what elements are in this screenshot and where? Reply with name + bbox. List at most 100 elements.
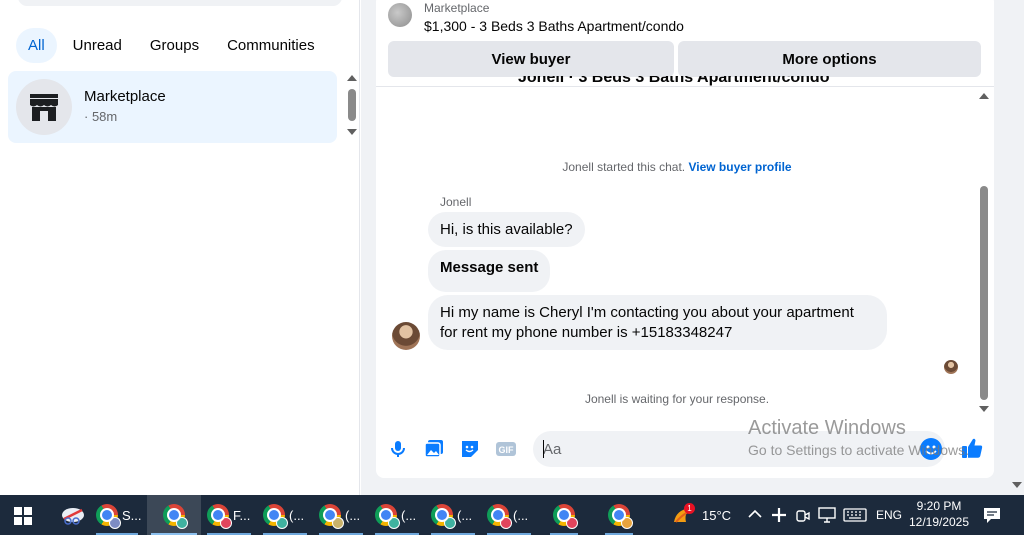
chrome-icon [608, 504, 633, 529]
chat-filter-tabs: All Unread Groups Communities [16, 28, 327, 63]
temperature-text[interactable]: 15°C [702, 508, 731, 523]
filter-tab-groups[interactable]: Groups [138, 28, 211, 63]
message-line: for rent my phone number is +15183348247 [440, 324, 733, 341]
clock-date: 12/19/2025 [908, 515, 970, 529]
message-bubble[interactable]: Message sent [428, 250, 551, 292]
chrome-window-taskbar-item[interactable]: (... [483, 495, 535, 535]
plus-icon[interactable] [771, 507, 787, 523]
chat-started-text: Jonell started this chat. [562, 160, 686, 174]
profile-badge-icon [566, 517, 578, 529]
profile-badge-icon [332, 517, 344, 529]
sender-name: Jonell [440, 195, 472, 209]
chrome-window-taskbar-item[interactable]: (... [371, 495, 423, 535]
taskbar-item-label: (... [401, 507, 417, 523]
microphone-icon[interactable] [387, 438, 409, 460]
chrome-icon [319, 504, 344, 529]
filter-tab-unread[interactable]: Unread [61, 28, 134, 63]
listing-source: Marketplace [424, 1, 490, 15]
weather-alert-badge: 1 [684, 503, 695, 514]
filter-tab-communities[interactable]: Communities [215, 28, 327, 63]
chrome-window-taskbar-item[interactable]: (... [427, 495, 479, 535]
taskbar-item-label: (... [457, 507, 473, 523]
chat-list-panel: All Unread Groups Communities Marketplac… [0, 0, 360, 495]
keyboard-icon[interactable] [843, 508, 867, 522]
emoji-icon[interactable] [920, 438, 942, 460]
chevron-up-icon[interactable] [748, 509, 762, 519]
search-input[interactable] [18, 0, 342, 6]
taskbar-item-label: F... [233, 507, 251, 523]
messages-scrollbar[interactable] [980, 186, 988, 400]
photo-icon[interactable] [423, 438, 445, 460]
chrome-icon [263, 504, 288, 529]
store-icon [30, 94, 58, 121]
taskbar-item-label: (... [513, 507, 529, 523]
view-buyer-profile-link[interactable]: View buyer profile [688, 160, 791, 174]
scroll-down-arrow[interactable] [979, 406, 989, 412]
listing-thumbnail[interactable] [388, 3, 412, 27]
filter-tab-all[interactable]: All [16, 28, 57, 63]
scroll-down-arrow[interactable] [347, 129, 357, 135]
chrome-icon [375, 504, 400, 529]
scroll-up-arrow[interactable] [347, 75, 357, 81]
read-receipt-avatar [944, 360, 958, 374]
snipping-tool-taskbar-icon[interactable] [55, 495, 91, 535]
chat-item-marketplace[interactable]: Marketplace · 58m [8, 71, 337, 143]
profile-badge-icon [176, 517, 188, 529]
chat-list-scrollbar[interactable] [348, 89, 356, 121]
chat-item-name: Marketplace [84, 88, 166, 105]
chat-started-notice: Jonell started this chat. View buyer pro… [376, 160, 978, 174]
weather-widget[interactable] [668, 495, 698, 535]
chrome-window-taskbar-item[interactable]: (... [259, 495, 311, 535]
sender-avatar[interactable] [392, 322, 420, 350]
sticker-icon[interactable] [459, 438, 481, 460]
windows-taskbar: S... F... (... (... (... (... (... 15°C … [0, 495, 1024, 535]
gif-icon[interactable]: GIF [495, 438, 517, 460]
chrome-window-taskbar-item[interactable] [546, 495, 582, 535]
chrome-window-taskbar-item[interactable]: S... [92, 495, 142, 535]
profile-badge-icon [109, 517, 121, 529]
chat-item-time: · 58m [84, 109, 118, 124]
text-caret [543, 440, 544, 458]
scroll-down-arrow[interactable] [1012, 482, 1022, 488]
avatar [16, 79, 72, 135]
profile-badge-icon [500, 517, 512, 529]
profile-badge-icon [388, 517, 400, 529]
network-icon[interactable] [818, 507, 836, 523]
chrome-icon [553, 504, 578, 529]
scroll-up-arrow[interactable] [979, 93, 989, 99]
svg-text:GIF: GIF [499, 445, 515, 455]
windows-start-icon[interactable] [14, 507, 32, 525]
listing-title[interactable]: $1,300 - 3 Beds 3 Baths Apartment/condo [424, 18, 684, 34]
chrome-window-taskbar-item[interactable]: F... [203, 495, 255, 535]
chrome-icon [431, 504, 456, 529]
chrome-icon [163, 504, 188, 529]
profile-badge-icon [276, 517, 288, 529]
profile-badge-icon [621, 517, 633, 529]
chrome-icon [207, 504, 232, 529]
taskbar-item-label: (... [289, 507, 305, 523]
system-clock[interactable]: 9:20 PM 12/19/2025 [906, 498, 972, 530]
chrome-window-taskbar-item[interactable]: (... [315, 495, 367, 535]
listing-heading-cropped: Jonell · 3 Beds 3 Baths Apartment/condo [518, 76, 830, 86]
clock-time: 9:20 PM [916, 499, 962, 513]
taskbar-item-label: (... [345, 507, 361, 523]
message-bubble[interactable]: Hi my name is Cheryl I'm contacting you … [428, 295, 887, 350]
meet-now-icon[interactable] [796, 507, 810, 523]
chrome-window-taskbar-item[interactable] [601, 495, 637, 535]
message-input[interactable] [543, 431, 913, 467]
message-line: Hi my name is Cheryl I'm contacting you … [440, 304, 854, 321]
thumbs-up-icon[interactable] [960, 436, 984, 465]
profile-badge-icon [220, 517, 232, 529]
language-indicator[interactable]: ENG [876, 508, 902, 522]
chrome-icon [96, 504, 121, 529]
notifications-icon[interactable] [983, 506, 1001, 524]
view-buyer-button[interactable]: View buyer [388, 41, 674, 77]
waiting-notice: Jonell is waiting for your response. [584, 392, 770, 406]
message-bubble[interactable]: Hi, is this available? [428, 212, 585, 247]
message-input-field[interactable] [533, 431, 945, 467]
chrome-window-taskbar-item-active[interactable] [147, 495, 201, 535]
chrome-icon [487, 504, 512, 529]
profile-badge-icon [444, 517, 456, 529]
more-options-button[interactable]: More options [678, 41, 981, 77]
taskbar-item-label: S... [122, 507, 142, 523]
